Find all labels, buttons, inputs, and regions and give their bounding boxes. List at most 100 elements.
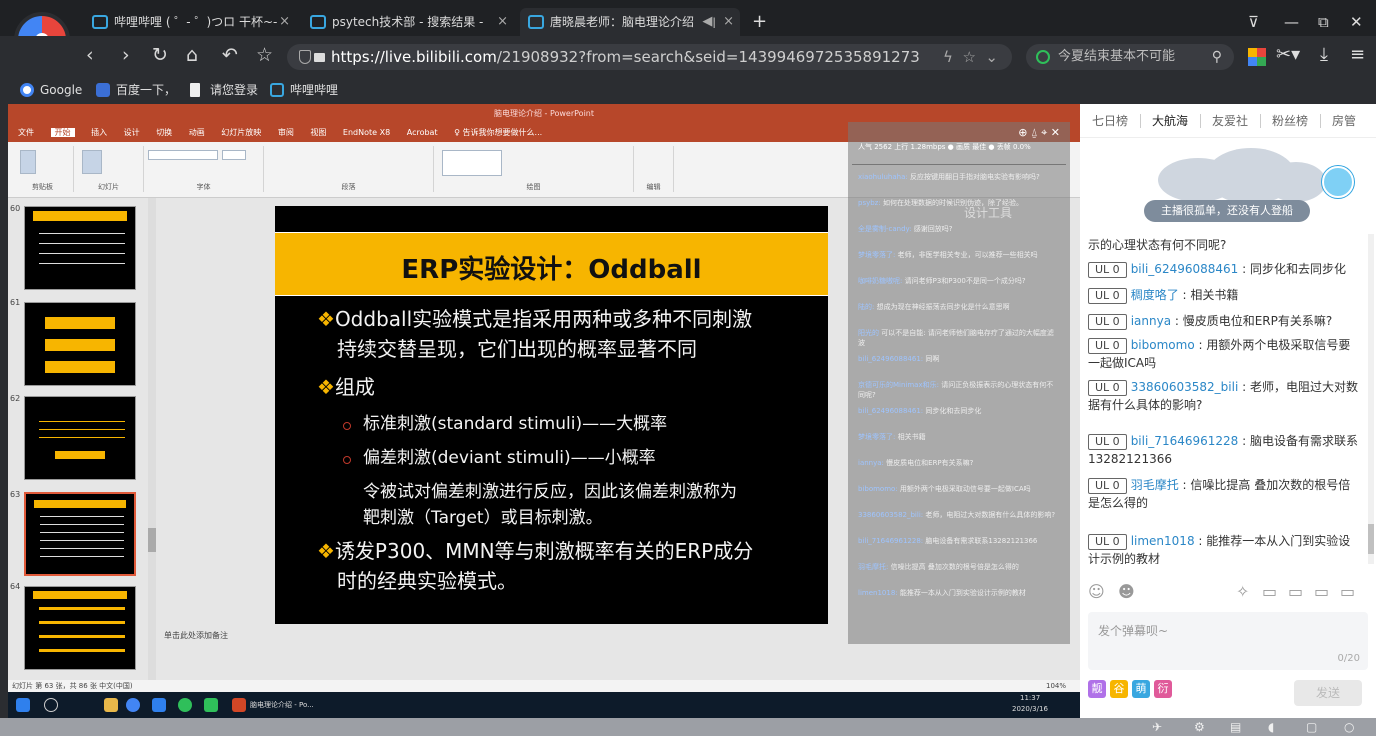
url-path: /21908932?from=search&seid=1439946972535…	[496, 48, 920, 66]
chat-username[interactable]: bibomomo	[1131, 338, 1195, 352]
download-icon[interactable]: ⤓	[1320, 44, 1328, 65]
minimize-button[interactable]: —	[1284, 8, 1299, 36]
reload-icon[interactable]: ↻	[152, 44, 168, 66]
browser-icon[interactable]	[126, 698, 140, 712]
restore-button[interactable]: ⧉	[1318, 8, 1329, 36]
wechat-icon[interactable]	[204, 698, 218, 712]
tab-guard[interactable]: 大航海	[1152, 112, 1188, 129]
close-tab-icon[interactable]: ×	[723, 8, 734, 36]
folder-icon[interactable]	[104, 698, 118, 712]
search-icon[interactable]	[44, 698, 58, 712]
chat-username[interactable]: limen1018	[1131, 534, 1195, 548]
search-icon[interactable]: ⚲	[1212, 44, 1222, 70]
user-level-badge[interactable]: UL 0	[1088, 478, 1127, 494]
user-level-badge[interactable]: UL 0	[1088, 338, 1127, 354]
more-icon[interactable]: ○	[1344, 720, 1354, 734]
slide-thumb-61[interactable]	[24, 302, 136, 386]
share-icon[interactable]: ▭	[1314, 582, 1329, 601]
close-tab-icon[interactable]: ×	[497, 8, 508, 36]
powerpoint-icon[interactable]	[232, 698, 246, 712]
home-icon[interactable]: ⌂	[186, 44, 198, 66]
chat-username[interactable]: bili_71646961228	[1131, 434, 1239, 448]
overlay-controls[interactable]: ⊕ ⍙ ⌖ ✕	[1018, 126, 1060, 140]
back-icon[interactable]: ‹	[86, 44, 94, 66]
user-level-badge[interactable]: UL 0	[1088, 534, 1127, 550]
slide-thumb-63[interactable]	[24, 492, 136, 576]
slide-bullet-1-cont: 持续交替呈现，它们出现的概率显著不同	[337, 337, 697, 361]
screen-icon[interactable]: ▭	[1288, 582, 1303, 601]
slide-thumb-64[interactable]	[24, 586, 136, 670]
forward-icon[interactable]: ›	[122, 44, 130, 66]
circle-bullet-icon	[343, 422, 351, 430]
search-box[interactable]: 今夏结束基本不可能 ⚲	[1026, 44, 1234, 70]
live-video-player[interactable]: 脑电理论介绍 - PowerPoint 文件 开始 插入 设计 切换 动画 幻灯…	[8, 104, 1080, 718]
tab-bilibili-home[interactable]: 哔哩哔哩 ( ゜- ゜)つロ 干杯~- ×	[84, 8, 296, 36]
bookmark-login[interactable]: 请您登录	[190, 80, 258, 100]
tab-live-stream[interactable]: 唐晓晨老师：脑电理论介绍 ◀ꞁ ×	[520, 8, 740, 36]
emoji-icon[interactable]: ☺	[1088, 582, 1105, 601]
user-level-badge[interactable]: UL 0	[1088, 262, 1127, 278]
tab-search-results[interactable]: psytech技术部 - 搜索结果 - ×	[302, 8, 514, 36]
chat-message: UL 0 bibomomo : 用额外两个电极采取信号要一起做ICA吗	[1088, 338, 1351, 370]
user-level-badge[interactable]: UL 0	[1088, 288, 1127, 304]
app-icon[interactable]	[178, 698, 192, 712]
search-text: 今夏结束基本不可能	[1058, 49, 1176, 64]
thumbnail-scrollbar[interactable]	[148, 198, 156, 688]
chat-username[interactable]: bili_62496088461	[1131, 262, 1239, 276]
user-level-badge[interactable]: UL 0	[1088, 380, 1127, 396]
tab-weekly-rank[interactable]: 七日榜	[1092, 112, 1128, 129]
palette-icon[interactable]: ☻	[1118, 582, 1135, 601]
volume-icon[interactable]: ◖	[1268, 720, 1274, 734]
danmaku-input[interactable]: 发个弹幕呗~ 0/20	[1088, 612, 1368, 670]
rocket-icon[interactable]: ✈	[1152, 720, 1162, 734]
shield-icon[interactable]	[299, 50, 311, 64]
card-icon[interactable]: ▭	[1262, 582, 1277, 601]
slide-thumb-62[interactable]	[24, 396, 136, 480]
new-tab-button[interactable]: +	[752, 8, 767, 36]
overlay-message: 梦境零落了: 相关书籍	[858, 432, 1060, 442]
more-icon[interactable]: ▭	[1340, 582, 1355, 601]
bookmark-google[interactable]: Google	[20, 80, 82, 100]
chat-username[interactable]: 稠度咯了	[1131, 288, 1179, 302]
bookmark-star-icon[interactable]: ☆	[256, 44, 273, 66]
user-level-badge[interactable]: UL 0	[1088, 314, 1127, 330]
undo-close-icon[interactable]: ↶	[222, 44, 238, 66]
audio-playing-icon[interactable]: ◀ꞁ	[702, 8, 716, 36]
close-window-button[interactable]: ✕	[1350, 8, 1363, 36]
bookmark-baidu[interactable]: 百度一下，	[96, 80, 176, 100]
scissors-icon[interactable]: ✂▾	[1276, 44, 1300, 65]
chat-username[interactable]: iannya	[1131, 314, 1171, 328]
fullscreen-icon[interactable]: ▢	[1306, 720, 1317, 734]
address-bar[interactable]: https://live.bilibili.com/21908932?from=…	[287, 44, 1012, 70]
taskbar-app-label[interactable]: 脑电理论介绍 - Po...	[250, 700, 314, 710]
gift-icon[interactable]: ✧	[1236, 582, 1249, 601]
danmaku-toggle-icon[interactable]: ▤	[1230, 720, 1241, 734]
emote-button[interactable]: 靓	[1088, 680, 1106, 698]
menu-icon[interactable]: ≡	[1350, 44, 1365, 65]
mail-icon[interactable]	[152, 698, 166, 712]
windows-start-icon[interactable]	[16, 698, 30, 712]
send-button[interactable]: 发送	[1294, 680, 1362, 706]
chat-username[interactable]: 羽毛摩托	[1131, 478, 1179, 492]
apps-grid-icon[interactable]	[1248, 48, 1266, 66]
board-ship-button[interactable]: 主播很孤单，还没有人登船	[1144, 200, 1310, 222]
settings-icon[interactable]: ⚙	[1194, 720, 1205, 734]
notes-placeholder[interactable]: 单击此处添加备注	[164, 630, 228, 641]
shirt-skin-icon[interactable]: ⊽	[1248, 8, 1259, 36]
chat-username[interactable]: 33860603582_bili	[1131, 380, 1239, 394]
tab-admins[interactable]: 房管	[1332, 112, 1356, 129]
user-level-badge[interactable]: UL 0	[1088, 434, 1127, 450]
close-tab-icon[interactable]: ×	[279, 8, 290, 36]
emote-button[interactable]: 谷	[1110, 680, 1128, 698]
bilibili-tv-icon	[310, 15, 326, 29]
zoom-level[interactable]: 104%	[1046, 680, 1066, 692]
bookmark-bilibili[interactable]: 哔哩哔哩	[270, 80, 338, 100]
tab-fans-rank[interactable]: 粉丝榜	[1272, 112, 1308, 129]
emote-button[interactable]: 衍	[1154, 680, 1172, 698]
chat-scrollbar[interactable]	[1368, 234, 1374, 564]
current-slide[interactable]: ERP实验设计：Oddball ❖Oddball实验模式是指采用两种或多种不同刺…	[275, 206, 828, 624]
tab-fan-club[interactable]: 友爱社	[1212, 112, 1248, 129]
address-actions[interactable]: ϟ ☆ ⌄	[943, 44, 998, 70]
slide-thumb-60[interactable]	[24, 206, 136, 290]
emote-button[interactable]: 萌	[1132, 680, 1150, 698]
